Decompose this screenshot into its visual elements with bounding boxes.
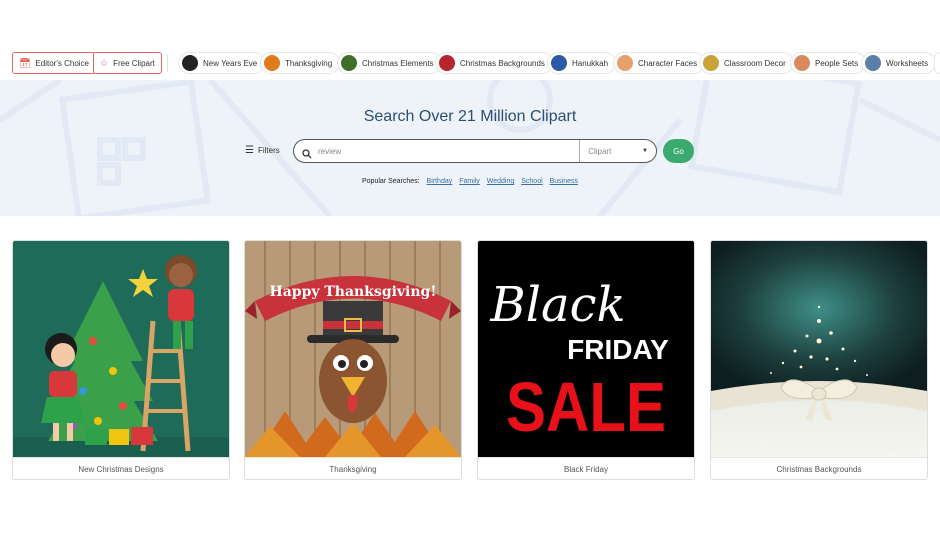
category-label: Classroom Decor [724, 58, 786, 68]
category-people-sets[interactable]: People Sets [790, 52, 867, 74]
calendar-star-icon: 📅︎ [19, 57, 31, 68]
hero-title: Search Over 21 Million Clipart [363, 108, 577, 125]
people-sets-icon [794, 55, 810, 71]
popular-link-business[interactable]: Business [550, 178, 578, 185]
pumpkin-icon [264, 55, 280, 71]
category-christmas-elements[interactable]: Christmas Elements [337, 52, 442, 74]
card-christmas-backgrounds[interactable]: Christmas Backgrounds [710, 240, 928, 480]
category-label: Hanukkah [572, 58, 609, 68]
editors-choice-button[interactable]: 📅︎ Editor's Choice [12, 52, 96, 74]
category-new-years-eve[interactable]: New Years Eve [178, 52, 266, 74]
go-button[interactable]: Go [663, 139, 694, 163]
card-thanksgiving[interactable]: Happy Thanksgiving! Thanksgiving [244, 240, 462, 480]
category-character-faces[interactable]: Character Faces [613, 52, 706, 74]
type-select[interactable]: Clipart ▼ [580, 140, 656, 162]
christmas-kids-image [13, 241, 229, 457]
popular-link-family[interactable]: Family [459, 178, 480, 185]
popular-searches: Popular Searches: Birthday Family Weddin… [0, 178, 940, 185]
card-caption: Thanksgiving [245, 457, 461, 479]
new-years-eve-icon [182, 55, 198, 71]
thanksgiving-banner-text: Happy Thanksgiving! [270, 284, 437, 300]
sale-text: SALE [506, 368, 666, 446]
category-label: Thanksgiving [285, 58, 333, 68]
popular-link-birthday[interactable]: Birthday [427, 178, 453, 185]
free-clipart-label: Free Clipart [113, 58, 155, 68]
worksheets-icon [865, 55, 881, 71]
card-caption: New Christmas Designs [13, 457, 229, 479]
black-friday-sale-image: Black FRIDAY SALE [478, 241, 694, 457]
category-worksheets[interactable]: Worksheets [861, 52, 937, 74]
type-select-value: Clipart [588, 146, 612, 156]
caret-down-icon: ▼ [642, 148, 648, 154]
hanukkah-icon [551, 55, 567, 71]
card-caption: Christmas Backgrounds [711, 457, 927, 479]
divider [167, 54, 168, 72]
search-hero: Search Over 21 Million Clipart ☰ Filters… [0, 80, 940, 216]
category-christmas-backgrounds[interactable]: Christmas Backgrounds [435, 52, 553, 74]
category-hanukkah[interactable]: Hanukkah [547, 52, 617, 74]
classroom-decor-icon [703, 55, 719, 71]
thanksgiving-turkey-image: Happy Thanksgiving! [245, 241, 461, 457]
christmas-backgrounds-icon [439, 55, 455, 71]
category-label: Character Faces [638, 58, 698, 68]
sliders-icon: ☰ [245, 145, 254, 156]
christmas-elements-icon [341, 55, 357, 71]
card-caption: Black Friday [478, 457, 694, 479]
popular-searches-label: Popular Searches: [362, 178, 420, 185]
card-new-christmas-designs[interactable]: New Christmas Designs [12, 240, 230, 480]
search-bar: Clipart ▼ [293, 139, 657, 163]
category-label: Worksheets [886, 58, 929, 68]
editors-choice-label: Editor's Choice [35, 58, 89, 68]
popular-link-wedding[interactable]: Wedding [487, 178, 515, 185]
character-face-icon [617, 55, 633, 71]
category-label: New Years Eve [203, 58, 258, 68]
search-icon [302, 146, 312, 159]
category-label: Christmas Elements [362, 58, 434, 68]
black-script-text: Black [489, 277, 625, 333]
filters-label: Filters [257, 146, 280, 155]
search-input[interactable] [318, 146, 580, 156]
category-thanksgiving[interactable]: Thanksgiving [260, 52, 341, 74]
category-classroom-decor[interactable]: Classroom Decor [699, 52, 794, 74]
category-label: People Sets [815, 58, 859, 68]
category-label: Christmas Backgrounds [460, 58, 545, 68]
card-black-friday[interactable]: Black FRIDAY SALE Black Friday [477, 240, 695, 480]
free-clipart-button[interactable]: ☆ Free Clipart [93, 52, 162, 74]
star-icon: ☆ [100, 57, 109, 68]
christmas-bow-image [711, 241, 927, 457]
filters-button[interactable]: ☰ Filters [245, 145, 280, 156]
category-next-partial[interactable] [934, 52, 940, 74]
popular-link-school[interactable]: School [521, 178, 542, 185]
friday-text: FRIDAY [567, 334, 669, 365]
